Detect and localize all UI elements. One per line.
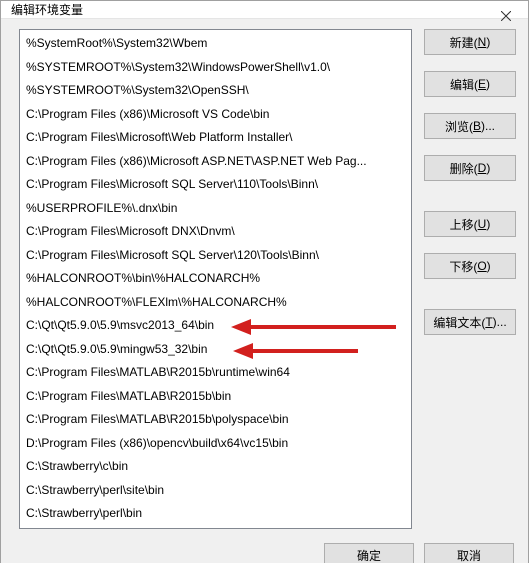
cancel-button[interactable]: 取消 (424, 543, 514, 563)
dialog-title: 编辑环境变量 (11, 1, 83, 18)
list-item[interactable]: C:\Qt\Qt5.9.0\5.9\mingw53_32\bin (20, 338, 411, 362)
ok-button[interactable]: 确定 (324, 543, 414, 563)
list-item[interactable]: C:\Program Files\MATLAB\R2015b\polyspace… (20, 408, 411, 432)
list-item[interactable]: C:\Strawberry\perl\site\bin (20, 479, 411, 503)
list-item[interactable]: C:\Program Files (x86)\Microsoft ASP.NET… (20, 150, 411, 174)
dialog-window: 编辑环境变量 %SystemRoot%\System32\Wbem%SYSTEM… (0, 0, 529, 563)
titlebar: 编辑环境变量 (1, 1, 528, 19)
list-item[interactable]: %SYSTEMROOT%\System32\WindowsPowerShell\… (20, 56, 411, 80)
footer: 确定 取消 (1, 535, 528, 563)
list-item[interactable]: %SYSTEMROOT%\System32\OpenSSH\ (20, 79, 411, 103)
list-item[interactable]: C:\Program Files\Microsoft SQL Server\12… (20, 244, 411, 268)
list-item[interactable]: C:\Program Files\Microsoft SQL Server\11… (20, 173, 411, 197)
list-item[interactable]: C:\Program Files\MATLAB\R2015b\runtime\w… (20, 361, 411, 385)
body-area: %SystemRoot%\System32\Wbem%SYSTEMROOT%\S… (1, 19, 528, 563)
list-item[interactable]: D:\Program Files (x86)\opencv\build\x64\… (20, 432, 411, 456)
delete-button[interactable]: 删除(D) (424, 155, 516, 181)
list-item[interactable]: C:\Program Files\MATLAB\R2015b\bin (20, 385, 411, 409)
list-item[interactable]: C:\Program Files (x86)\Microsoft VS Code… (20, 103, 411, 127)
buttons-column: 新建(N) 编辑(E) 浏览(B)... 删除(D) 上移(U) 下移(O) 编… (424, 29, 516, 529)
moveup-button[interactable]: 上移(U) (424, 211, 516, 237)
list-item[interactable]: %HALCONROOT%\bin\%HALCONARCH% (20, 267, 411, 291)
edit-text-button[interactable]: 编辑文本(T)... (424, 309, 516, 335)
list-item[interactable]: C:\Program Files\Microsoft DNX\Dnvm\ (20, 220, 411, 244)
main-row: %SystemRoot%\System32\Wbem%SYSTEMROOT%\S… (1, 19, 528, 535)
list-item[interactable]: %USERPROFILE%\.dnx\bin (20, 197, 411, 221)
list-item[interactable]: %HALCONROOT%\FLEXlm\%HALCONARCH% (20, 291, 411, 315)
list-item[interactable]: C:\Strawberry\c\bin (20, 455, 411, 479)
edit-button[interactable]: 编辑(E) (424, 71, 516, 97)
list-item[interactable]: C:\Strawberry\perl\bin (20, 502, 411, 526)
path-listbox[interactable]: %SystemRoot%\System32\Wbem%SYSTEMROOT%\S… (19, 29, 412, 529)
browse-button[interactable]: 浏览(B)... (424, 113, 516, 139)
list-item[interactable]: C:\Program Files\Microsoft\Web Platform … (20, 126, 411, 150)
new-button[interactable]: 新建(N) (424, 29, 516, 55)
list-item[interactable]: %SystemRoot%\System32\Wbem (20, 32, 411, 56)
movedown-button[interactable]: 下移(O) (424, 253, 516, 279)
list-item[interactable]: C:\Qt\Qt5.9.0\5.9\msvc2013_64\bin (20, 314, 411, 338)
